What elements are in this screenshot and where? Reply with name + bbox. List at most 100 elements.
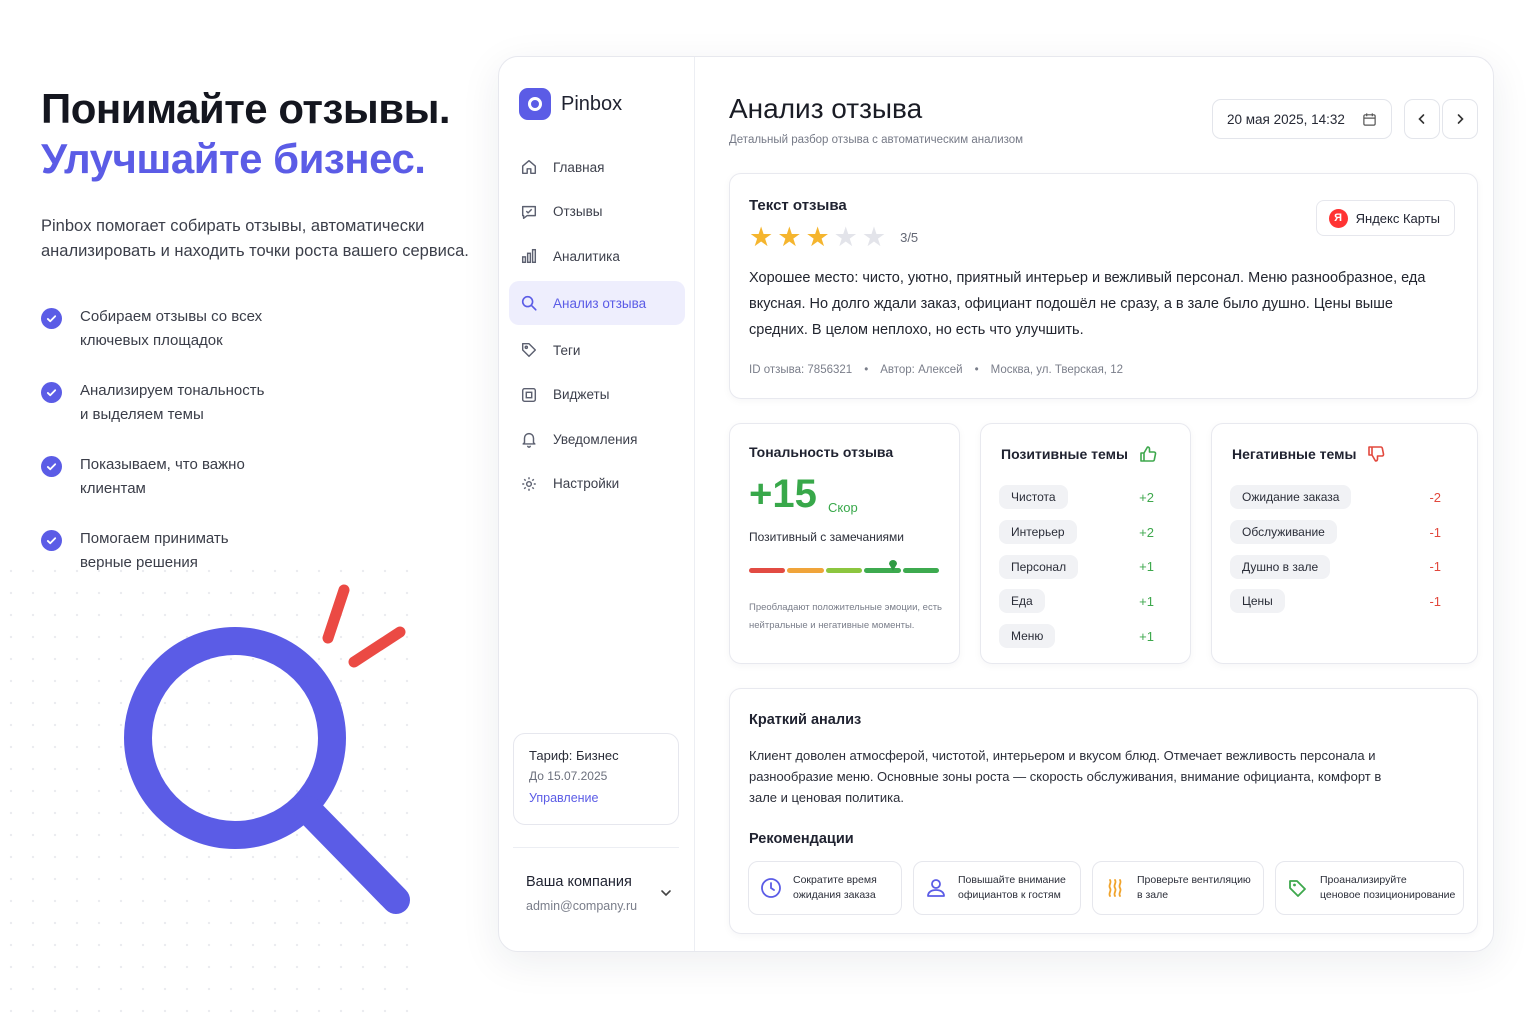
clock-icon <box>759 877 783 899</box>
sidebar-item-home[interactable]: Главная <box>509 145 685 189</box>
recommendation-line: Повышайте внимание <box>958 873 1066 886</box>
topic-value: +1 <box>1139 559 1154 575</box>
thumbs-up-icon <box>1140 446 1157 462</box>
sidebar: Pinbox Главная Отзывы Аналитика Анализ о… <box>499 57 695 951</box>
source-badge[interactable]: Я Яндекс Карты <box>1315 200 1455 236</box>
sidebar-item-label: Главная <box>553 159 605 175</box>
topic-value: +2 <box>1139 489 1154 505</box>
topic-value: +2 <box>1139 524 1154 540</box>
page-title: Анализ отзыва <box>729 93 923 124</box>
topic-value: +1 <box>1139 628 1154 644</box>
topic-row[interactable]: Цены -1 <box>1230 584 1459 619</box>
topic-chip: Персонал <box>999 554 1079 579</box>
sidebar-item-label: Настройки <box>553 476 620 491</box>
topic-chip: Еда <box>999 589 1045 614</box>
sidebar-item-label: Уведомления <box>553 431 638 447</box>
recommendation-item[interactable]: Проверьте вентиляцию в зале <box>1092 861 1264 915</box>
sidebar-item-tags[interactable]: Теги <box>509 328 685 372</box>
tag-icon <box>519 340 539 360</box>
sidebar-item-analytics[interactable]: Аналитика <box>509 234 685 278</box>
topic-value: +1 <box>1139 593 1154 609</box>
brand[interactable]: Pinbox <box>519 88 622 120</box>
topic-row[interactable]: Душно в зале -1 <box>1230 549 1459 584</box>
review-heading: Текст отзыва <box>749 197 847 214</box>
chat-icon <box>519 202 539 222</box>
plan-manage-link[interactable]: Управление <box>529 791 599 805</box>
company-email: admin@company.ru <box>526 899 638 913</box>
plan-card: Тариф: Бизнес До 15.07.2025 Управление <box>513 733 679 825</box>
star-icon: ★ <box>805 222 830 252</box>
star-icon: ★ <box>749 222 774 252</box>
scale-segment <box>749 568 786 573</box>
recommendation-line: ценовое позиционирование <box>1320 889 1456 901</box>
topic-row[interactable]: Персонал +1 <box>999 549 1172 584</box>
feature-text: Показываем, что важно клиентам <box>80 456 245 497</box>
sidebar-item-label: Анализ отзыва <box>553 295 647 311</box>
tone-summary: Позитивный с замечаниями <box>749 530 904 544</box>
topic-row[interactable]: Меню +1 <box>999 619 1172 654</box>
sidebar-item-settings[interactable]: Настройки <box>509 462 685 506</box>
brief-text: Клиент доволен атмосферой, чистотой, инт… <box>749 748 1382 805</box>
negative-topics-card: Негативные темы Ожидание заказа -2 Обслуж… <box>1211 423 1478 664</box>
recommendations-heading: Рекомендации <box>749 831 854 847</box>
recommendation-item[interactable]: Повышайте внимание официантов к гостям <box>913 861 1081 915</box>
sidebar-item-review-analysis[interactable]: Анализ отзыва <box>509 281 685 325</box>
topic-value: -1 <box>1429 593 1441 609</box>
prev-button[interactable] <box>1404 99 1440 139</box>
star-icon: ★ <box>833 222 858 252</box>
review-text: Хорошее место: чисто, уютно, приятный ин… <box>749 270 1426 338</box>
feature-item: Помогаем принимать верные решения <box>41 527 361 574</box>
company-name: Ваша компания <box>526 874 632 890</box>
chevron-left-icon <box>1418 114 1425 124</box>
topic-row[interactable]: Ожидание заказа -2 <box>1230 480 1459 515</box>
tone-scale <box>749 568 941 573</box>
sidebar-item-notifications[interactable]: Уведомления <box>509 417 685 461</box>
feature-text: Анализируем тональность и выделяем темы <box>80 382 265 423</box>
bell-icon <box>519 429 539 449</box>
topic-value: -1 <box>1429 559 1441 575</box>
scale-segment <box>787 568 824 573</box>
sidebar-item-widgets[interactable]: Виджеты <box>509 373 685 417</box>
next-button[interactable] <box>1442 99 1478 139</box>
sidebar-item-label: Теги <box>553 342 581 358</box>
search-icon <box>519 293 539 313</box>
topic-row[interactable]: Еда +1 <box>999 584 1172 619</box>
review-card: Текст отзыва ★ ★ ★ ★ ★ 3/5 Я Яндекс Карт… <box>729 173 1478 399</box>
home-icon <box>519 157 539 177</box>
check-icon <box>41 382 62 403</box>
date-picker[interactable]: 20 мая 2025, 14:32 <box>1212 99 1392 139</box>
thumbs-down-icon <box>1368 446 1385 462</box>
topic-row[interactable]: Обслуживание -1 <box>1230 515 1459 550</box>
review-author: Автор: Алексей <box>880 364 963 376</box>
recommendation-line: Проанализируйте <box>1320 873 1407 886</box>
topic-chip: Чистота <box>999 485 1068 510</box>
bar-chart-icon <box>519 246 539 266</box>
topic-row[interactable]: Чистота +2 <box>999 480 1172 515</box>
main-content: Анализ отзыва Детальный разбор отзыва с … <box>695 57 1493 951</box>
sidebar-item-reviews[interactable]: Отзывы <box>509 190 685 234</box>
negative-heading: Негативные темы <box>1232 444 1386 464</box>
star-icon: ★ <box>777 222 802 252</box>
gear-icon <box>519 474 539 494</box>
positive-topics-card: Позитивные темы Чистота +2 Интерьер +2 Пер… <box>980 423 1191 664</box>
sidebar-item-label: Отзывы <box>553 204 603 219</box>
feature-item: Показываем, что важно клиентам <box>41 453 361 500</box>
topic-chip: Меню <box>999 624 1056 649</box>
tone-marker-icon <box>889 560 897 571</box>
negative-topic-list: Ожидание заказа -2 Обслуживание -1 Душно в… <box>1230 480 1459 619</box>
topic-row[interactable]: Интерьер +2 <box>999 515 1172 550</box>
recommendation-item[interactable]: Сократите время ожидания заказа <box>748 861 902 915</box>
rating-stars: ★ ★ ★ ★ ★ 3/5 <box>749 224 918 251</box>
topic-chip: Обслуживание <box>1230 520 1337 545</box>
sidebar-item-label: Аналитика <box>553 248 620 264</box>
recommendation-list: Сократите время ожидания заказа Повышайте… <box>748 861 1475 915</box>
feature-text: Собираем отзывы со всех ключевых площадо… <box>80 308 263 349</box>
hero: Понимайте отзывы. Улучшайте бизнес. Pinb… <box>41 84 481 264</box>
chevron-right-icon <box>1457 114 1464 124</box>
topic-chip: Цены <box>1230 589 1285 614</box>
brand-name: Pinbox <box>561 92 623 115</box>
review-id: ID отзыва: 7856321 <box>749 364 853 376</box>
company-switcher[interactable]: Ваша компания admin@company.ru <box>513 847 679 913</box>
recommendation-item[interactable]: Проанализируйте ценовое позиционирование <box>1275 861 1464 915</box>
plan-title: Тариф: Бизнес <box>529 748 619 763</box>
